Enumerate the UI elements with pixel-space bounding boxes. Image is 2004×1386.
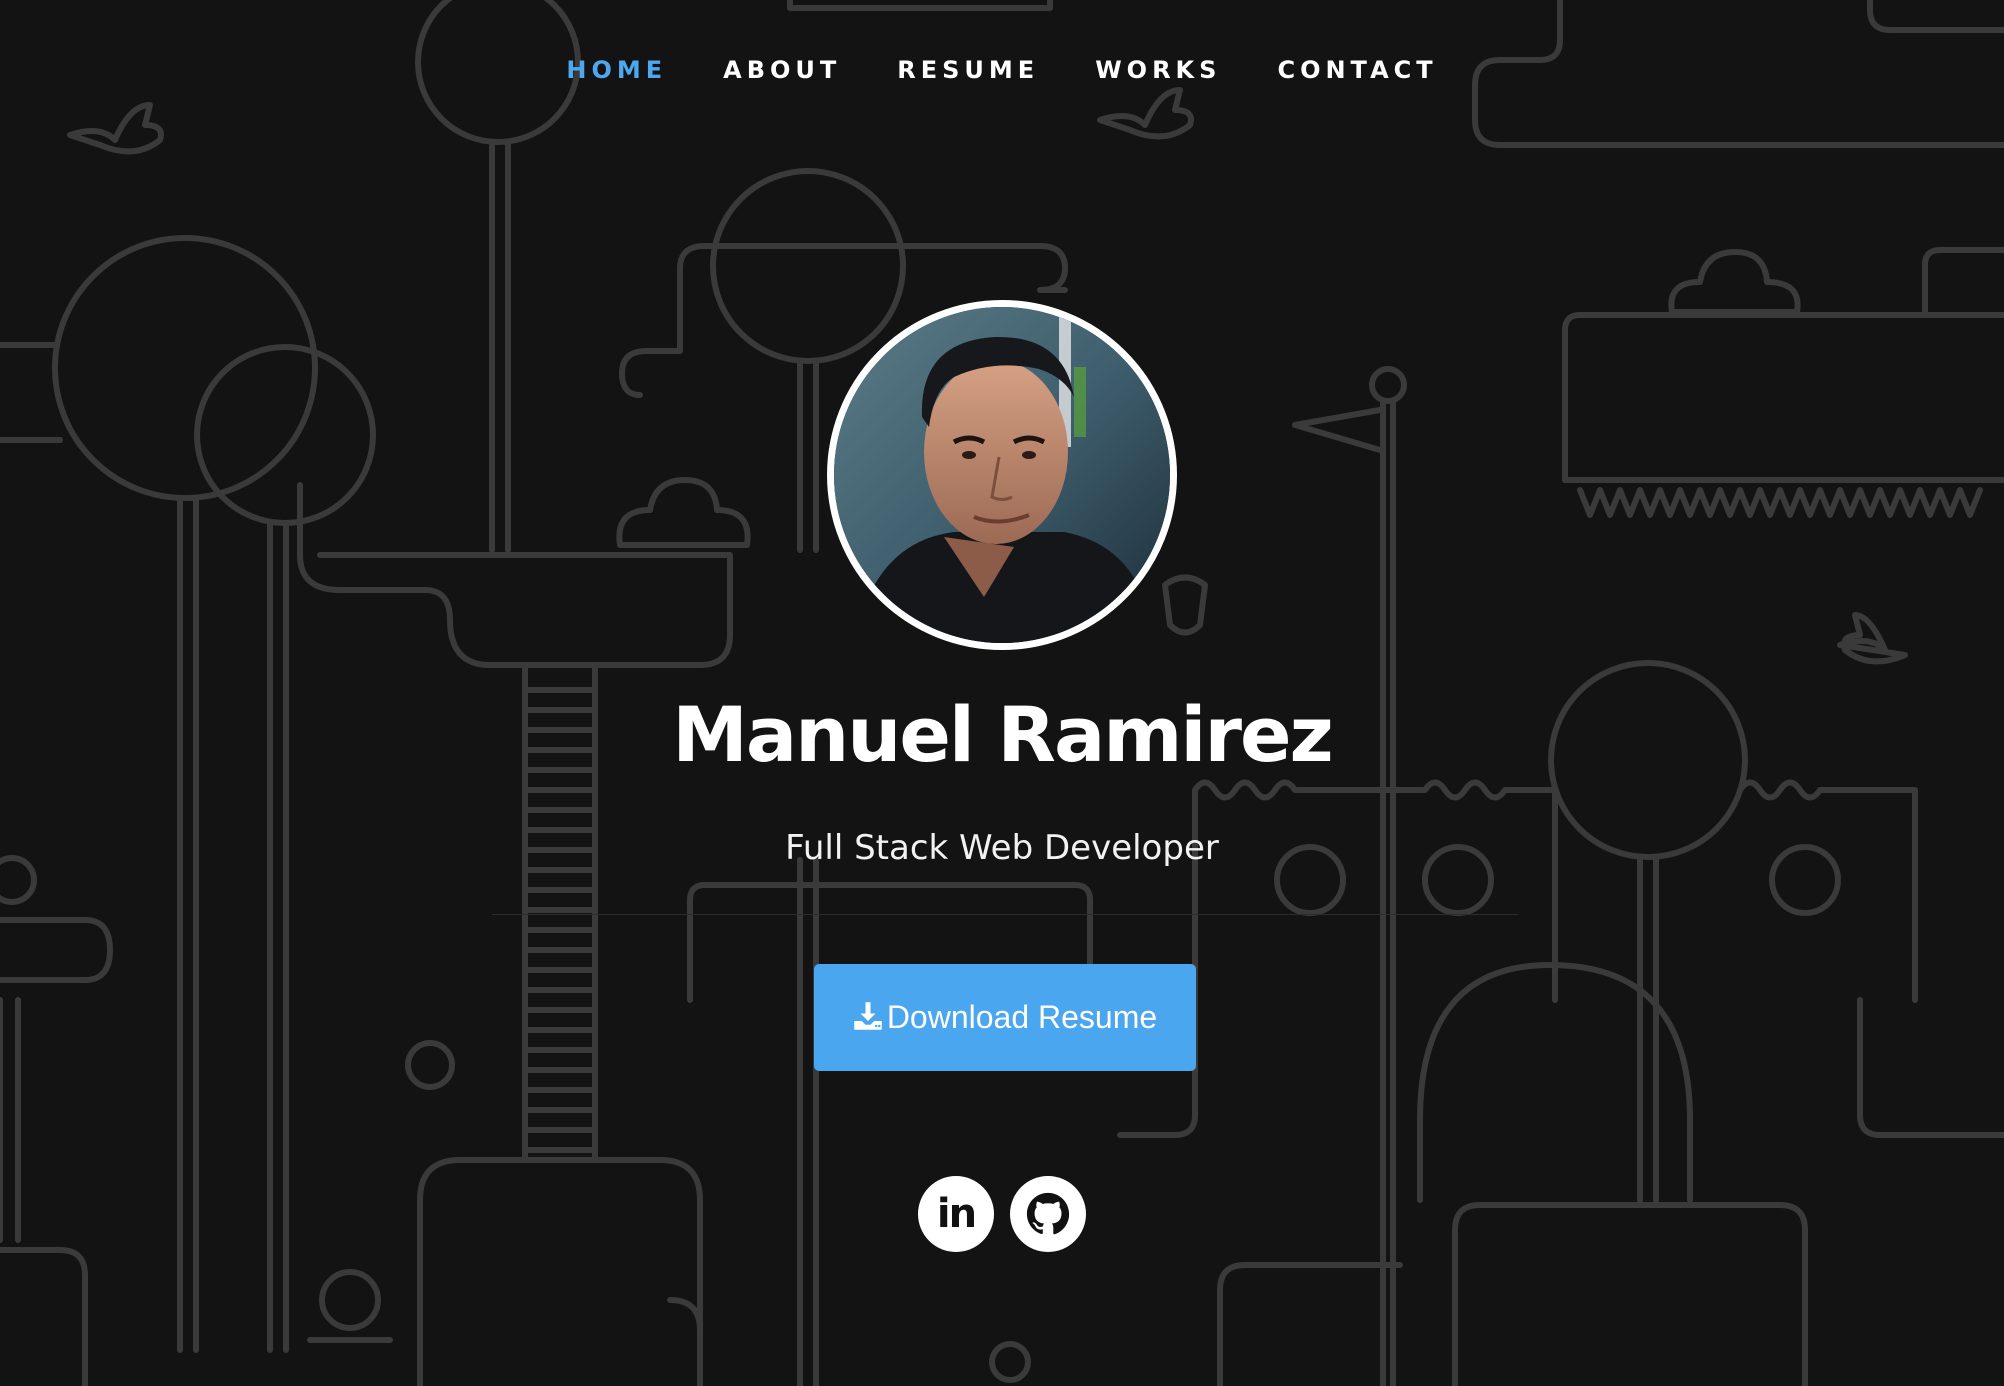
divider bbox=[492, 914, 1518, 915]
profile-photo bbox=[827, 300, 1177, 650]
download-resume-label: Download Resume bbox=[886, 999, 1158, 1035]
github-icon bbox=[1026, 1192, 1070, 1235]
download-resume-button[interactable]: Download Resume bbox=[814, 964, 1196, 1071]
download-icon bbox=[854, 1001, 882, 1030]
nav-contact[interactable]: CONTACT bbox=[1275, 52, 1439, 88]
nav-resume[interactable]: RESUME bbox=[895, 52, 1041, 88]
nav-works[interactable]: WORKS bbox=[1093, 52, 1223, 88]
main-nav: HOME ABOUT RESUME WORKS CONTACT bbox=[0, 52, 2004, 88]
nav-home[interactable]: HOME bbox=[564, 52, 669, 88]
profile-photo-illustration bbox=[834, 307, 1170, 643]
hero-name: Manuel Ramirez bbox=[672, 690, 1334, 779]
linkedin-icon: in bbox=[936, 1191, 977, 1237]
github-link[interactable] bbox=[1010, 1176, 1086, 1252]
hero-role: Full Stack Web Developer bbox=[785, 828, 1219, 868]
linkedin-link[interactable]: in bbox=[918, 1176, 994, 1252]
social-links: in bbox=[0, 1176, 2004, 1252]
nav-about[interactable]: ABOUT bbox=[721, 52, 843, 88]
